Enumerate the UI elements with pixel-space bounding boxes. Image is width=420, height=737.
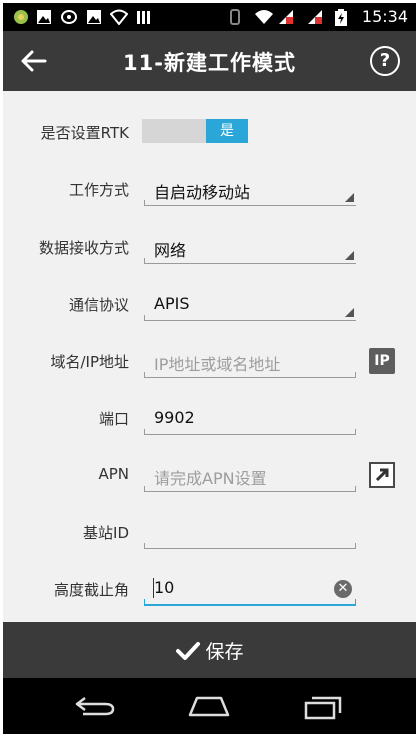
data-receive-value: 网络 xyxy=(154,241,187,260)
page-title: 11-新建工作模式 xyxy=(123,51,296,75)
signal-icon xyxy=(137,11,150,24)
save-label: 保存 xyxy=(205,641,244,663)
domain-ip-input[interactable]: IP地址或域名地址 xyxy=(144,347,356,378)
usb-icon xyxy=(61,10,77,24)
recent-apps-icon[interactable] xyxy=(303,694,343,720)
app-icon xyxy=(14,10,28,24)
rtk-toggle-on: 是 xyxy=(206,119,248,143)
base-id-label: 基站ID xyxy=(83,524,129,542)
protocol-value: APIS xyxy=(154,294,190,313)
work-mode-value: 自启动移动站 xyxy=(154,183,251,202)
mobile-data-icon xyxy=(279,10,293,24)
rtk-label: 是否设置RTK xyxy=(40,124,129,142)
base-id-input[interactable] xyxy=(144,518,356,549)
dropdown-caret-icon xyxy=(345,308,354,317)
rtk-toggle[interactable]: 是 xyxy=(142,119,248,143)
image-icon xyxy=(37,10,51,24)
mobile-data-icon xyxy=(308,10,322,24)
apn-settings-button[interactable] xyxy=(369,462,395,488)
app-screen: 15:34 11-新建工作模式 ? 是否设置RTK 是 工作方式 自启动移动站 … xyxy=(3,3,416,734)
height-cutoff-label: 高度截止角 xyxy=(53,581,129,599)
apn-label: APN xyxy=(98,465,129,483)
clear-icon[interactable]: ✕ xyxy=(334,580,352,598)
apn-placeholder: 请完成APN设置 xyxy=(154,469,267,488)
port-label: 端口 xyxy=(98,410,129,428)
help-icon[interactable]: ? xyxy=(370,46,400,76)
save-button[interactable]: 保存 xyxy=(3,622,416,678)
status-bar: 15:34 xyxy=(3,3,416,31)
back-icon[interactable] xyxy=(73,694,117,718)
domain-ip-placeholder: IP地址或域名地址 xyxy=(154,355,281,374)
status-time: 15:34 xyxy=(361,7,408,26)
apn-input[interactable]: 请完成APN设置 xyxy=(144,461,356,492)
data-receive-label: 数据接收方式 xyxy=(38,239,129,257)
title-bar: 11-新建工作模式 ? xyxy=(3,31,416,91)
work-mode-label: 工作方式 xyxy=(68,181,129,199)
port-input[interactable]: 9902 xyxy=(144,404,356,435)
port-value: 9902 xyxy=(154,408,195,427)
battery-charging-icon xyxy=(335,9,347,26)
height-cutoff-value: 10 xyxy=(154,578,175,597)
work-mode-select[interactable]: 自启动移动站 xyxy=(144,175,356,206)
vibrate-icon xyxy=(230,9,240,25)
domain-ip-label: 域名/IP地址 xyxy=(50,353,129,371)
dropdown-caret-icon xyxy=(345,251,354,260)
open-external-icon xyxy=(375,468,389,482)
image-icon xyxy=(87,10,101,24)
wifi-icon xyxy=(110,9,128,25)
checkmark-icon xyxy=(176,641,201,660)
data-receive-select[interactable]: 网络 xyxy=(144,233,356,264)
height-cutoff-input[interactable]: 10 ✕ xyxy=(144,574,356,606)
protocol-select[interactable]: APIS xyxy=(144,290,356,321)
protocol-label: 通信协议 xyxy=(68,296,129,314)
wifi-icon xyxy=(255,10,273,24)
navigation-bar xyxy=(3,678,416,734)
home-icon[interactable] xyxy=(187,694,231,718)
ip-button[interactable]: IP xyxy=(369,348,395,374)
dropdown-caret-icon xyxy=(345,193,354,202)
